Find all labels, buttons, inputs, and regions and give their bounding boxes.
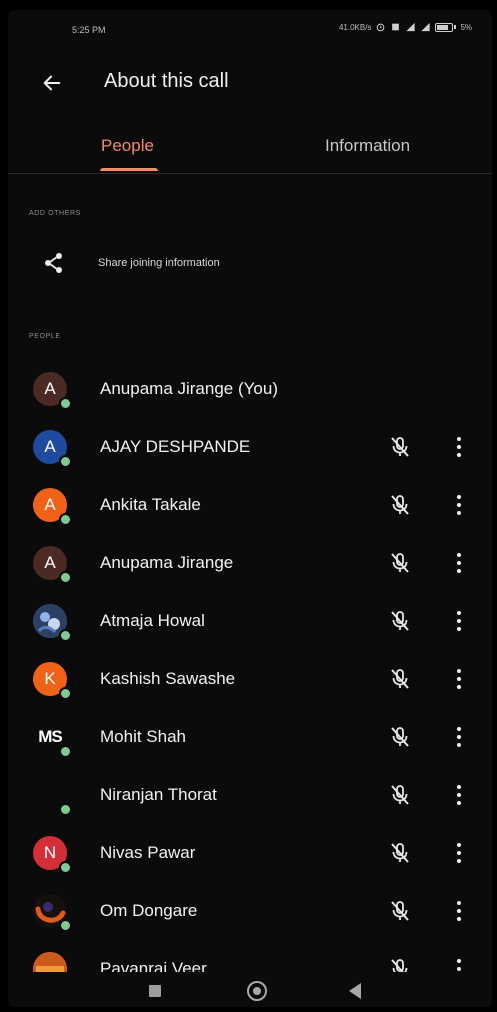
recents-icon[interactable] [149, 985, 161, 997]
participant-row[interactable]: A Anupama Jirange (You) [8, 361, 492, 419]
online-status-dot [59, 629, 72, 642]
more-vert-icon[interactable] [452, 898, 466, 924]
online-status-dot [59, 745, 72, 758]
avatar-initial: A [44, 495, 56, 514]
participant-name: Om Dongare [100, 901, 198, 920]
tab-bar: People Information [8, 128, 492, 174]
page-title: About this call [104, 70, 229, 92]
tab-information[interactable]: Information [325, 128, 410, 164]
system-nav-bar [8, 972, 492, 1007]
signal-icon-2 [421, 22, 431, 32]
avatar-initial: A [44, 437, 56, 456]
battery-tip [454, 25, 457, 29]
more-vert-icon[interactable] [452, 724, 466, 750]
online-status-dot [59, 861, 72, 874]
participant-name: Atmaja Howal [100, 611, 205, 630]
avatar: MS [33, 720, 72, 758]
avatar: A [33, 546, 72, 584]
participant-row[interactable]: A AJAY DESHPANDE [8, 419, 492, 477]
mic-off-icon[interactable] [388, 899, 412, 923]
battery-level: 5% [460, 22, 472, 32]
sim-icon [392, 23, 400, 31]
participant-name: Ankita Takale [100, 495, 201, 514]
status-icons: 41.0KB/s 5% [339, 22, 472, 32]
participant-name: Niranjan Thorat [100, 785, 217, 804]
more-vert-icon[interactable] [452, 492, 466, 518]
participant-name: Nivas Pawar [100, 843, 196, 862]
participant-name: Mohit Shah [100, 727, 186, 746]
mic-off-icon[interactable] [388, 435, 412, 459]
avatar-initial: K [44, 669, 56, 688]
participant-row[interactable]: Niranjan Thorat [8, 767, 492, 825]
participant-name: Anupama Jirange [100, 553, 234, 572]
about-call-screen: 5:25 PM 41.0KB/s 5% About this call Peop… [8, 10, 492, 1007]
avatar: A [33, 372, 72, 410]
status-bar: 5:25 PM 41.0KB/s 5% [8, 10, 492, 38]
online-status-dot [59, 919, 72, 932]
online-status-dot [59, 803, 72, 816]
tabs-divider [8, 173, 492, 174]
participant-row[interactable]: Atmaja Howal [8, 593, 492, 651]
more-vert-icon[interactable] [452, 434, 466, 460]
participant-name: AJAY DESHPANDE [100, 437, 251, 456]
section-label-people: PEOPLE [29, 333, 61, 340]
mic-off-icon[interactable] [388, 493, 412, 517]
avatar [33, 778, 72, 816]
online-status-dot [59, 571, 72, 584]
participant-row[interactable]: Om Dongare [8, 883, 492, 941]
section-label-add-others: ADD OTHERS [29, 210, 81, 217]
share-joining-info-label: Share joining information [98, 257, 220, 269]
participant-row[interactable]: N Nivas Pawar [8, 825, 492, 883]
online-status-dot [59, 513, 72, 526]
participant-row[interactable]: A Anupama Jirange [8, 535, 492, 593]
mic-off-icon[interactable] [388, 841, 412, 865]
more-vert-icon[interactable] [452, 608, 466, 634]
avatar-initial: MS [38, 727, 62, 746]
alarm-icon [377, 23, 385, 32]
participant-row[interactable]: MS Mohit Shah [8, 709, 492, 767]
signal-icon [406, 22, 416, 32]
back-button[interactable] [36, 67, 68, 99]
online-status-dot [59, 397, 72, 410]
participant-row[interactable]: K Kashish Sawashe [8, 651, 492, 709]
share-joining-info-row[interactable]: Share joining information [8, 245, 492, 285]
avatar-photo [33, 604, 72, 642]
avatar-initial: N [43, 843, 57, 862]
mic-off-icon[interactable] [388, 551, 412, 575]
avatar-photo [33, 894, 72, 932]
online-status-dot [59, 687, 72, 700]
more-vert-icon[interactable] [452, 840, 466, 866]
app-bar: About this call [8, 65, 492, 111]
home-icon[interactable] [247, 981, 267, 1001]
participant-row[interactable]: A Ankita Takale [8, 477, 492, 535]
participant-name: Anupama Jirange (You) [100, 379, 278, 398]
tab-indicator [100, 168, 158, 171]
back-icon[interactable] [349, 983, 361, 999]
battery-icon [435, 22, 454, 32]
mic-off-icon[interactable] [388, 667, 412, 691]
avatar-initial: A [44, 379, 56, 398]
status-time: 5:25 PM [72, 25, 106, 35]
online-status-dot [59, 455, 72, 468]
tab-people[interactable]: People [101, 128, 154, 164]
avatar: N [33, 836, 72, 874]
avatar-initial: A [44, 553, 56, 572]
network-speed: 41.0KB/s [338, 22, 372, 32]
mic-off-icon[interactable] [388, 609, 412, 633]
mic-off-icon[interactable] [388, 783, 412, 807]
share-icon [45, 253, 62, 273]
avatar: A [33, 488, 72, 526]
participant-name: Kashish Sawashe [100, 669, 236, 688]
more-vert-icon[interactable] [452, 550, 466, 576]
avatar: K [33, 662, 72, 700]
more-vert-icon[interactable] [452, 666, 466, 692]
mic-off-icon[interactable] [388, 725, 412, 749]
more-vert-icon[interactable] [452, 782, 466, 808]
arrow-left-icon [43, 75, 61, 91]
avatar: A [33, 430, 72, 468]
